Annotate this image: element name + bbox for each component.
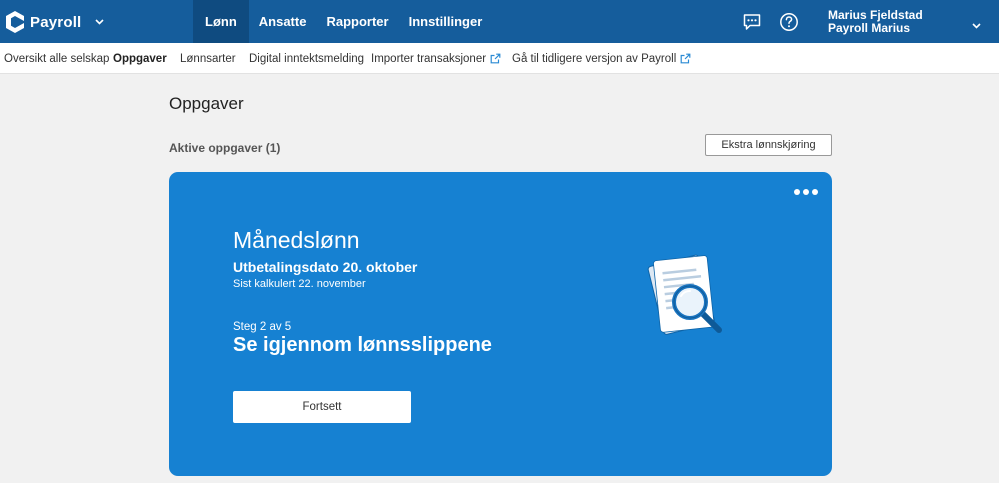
chevron-down-icon[interactable] bbox=[972, 16, 981, 34]
chevron-down-icon[interactable] bbox=[95, 19, 105, 25]
subnav-item-lonnsarter[interactable]: Lønnsarter bbox=[180, 43, 236, 74]
section-title: Aktive oppgaver (1) bbox=[169, 141, 281, 155]
payroll-logo-icon bbox=[6, 11, 24, 33]
step-name: Se igjennom lønnsslippene bbox=[233, 334, 492, 356]
help-icon[interactable] bbox=[778, 11, 800, 33]
external-link-icon bbox=[490, 53, 501, 64]
subnav-item-digital-inntektsmelding[interactable]: Digital inntektsmelding bbox=[249, 43, 364, 74]
page-title: Oppgaver bbox=[169, 94, 244, 113]
nav-item-lonn[interactable]: Lønn bbox=[193, 0, 249, 43]
continue-button[interactable]: Fortsett bbox=[233, 391, 411, 423]
subnav-label: Lønnsarter bbox=[180, 52, 236, 65]
app-switcher[interactable]: Payroll bbox=[6, 9, 105, 35]
chat-icon[interactable] bbox=[741, 11, 763, 33]
user-company: Payroll Marius bbox=[828, 21, 911, 35]
subnav-label: Oppgaver bbox=[113, 52, 167, 65]
payout-date: Utbetalingsdato 20. oktober bbox=[233, 259, 418, 275]
subnav-item-oversikt[interactable]: Oversikt alle selskap bbox=[4, 43, 109, 74]
external-link-icon bbox=[680, 53, 691, 64]
top-bar: Payroll Lønn Ansatte Rapporter Innstilli… bbox=[0, 0, 999, 43]
subnav-label: Digital inntektsmelding bbox=[249, 52, 365, 65]
subnav-item-tidligere-versjon[interactable]: Gå til tidligere versjon av Payroll bbox=[512, 43, 691, 74]
task-card: Månedslønn Utbetalingsdato 20. oktober S… bbox=[169, 172, 832, 476]
more-options-icon[interactable] bbox=[794, 189, 818, 195]
subnav-label: Gå til tidligere versjon av Payroll bbox=[512, 52, 677, 65]
subnav-label: Importer transaksjoner bbox=[371, 52, 487, 65]
subnav-item-oppgaver[interactable]: Oppgaver bbox=[113, 43, 167, 74]
nav-item-ansatte[interactable]: Ansatte bbox=[249, 0, 317, 43]
subnav-item-importer[interactable]: Importer transaksjoner bbox=[371, 43, 501, 74]
app-name: Payroll bbox=[30, 13, 82, 31]
nav-item-rapporter[interactable]: Rapporter bbox=[316, 0, 398, 43]
nav-item-innstillinger[interactable]: Innstillinger bbox=[399, 0, 493, 43]
step-indicator: Steg 2 av 5 bbox=[233, 321, 292, 333]
task-title: Månedslønn bbox=[233, 227, 360, 253]
subnav-label: Oversikt alle selskap bbox=[4, 52, 110, 65]
user-menu[interactable]: Marius Fjeldstad Payroll Marius bbox=[828, 9, 923, 35]
main-nav: Lønn Ansatte Rapporter Innstillinger bbox=[193, 0, 492, 43]
document-magnifier-icon bbox=[635, 246, 735, 351]
extra-payroll-button[interactable]: Ekstra lønnskjøring bbox=[705, 134, 832, 156]
last-calculated: Sist kalkulert 22. november bbox=[233, 278, 366, 290]
sub-nav: Oversikt alle selskap Oppgaver Lønnsarte… bbox=[0, 43, 999, 74]
